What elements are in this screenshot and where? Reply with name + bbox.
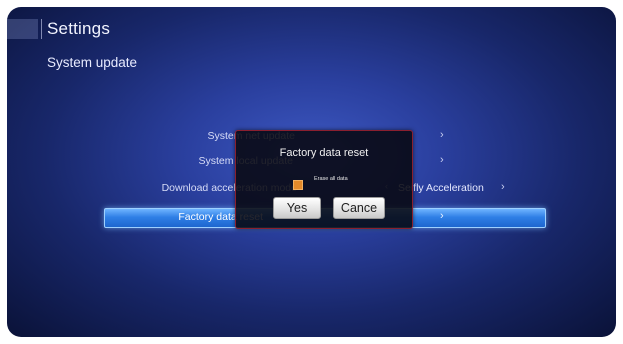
yes-button[interactable]: Yes	[273, 197, 321, 219]
page-title: Settings	[47, 19, 111, 38]
header-tab-block	[7, 19, 38, 39]
page-subtitle: System update	[47, 55, 138, 70]
factory-reset-dialog: Factory data reset Erase all data Yes Ca…	[235, 130, 413, 229]
cancel-button[interactable]: Cance	[333, 197, 385, 219]
chevron-right-icon: ›	[440, 210, 444, 222]
erase-all-data-checkbox[interactable]	[293, 180, 303, 190]
tv-settings-screen: Settings System update System net update…	[7, 7, 616, 337]
erase-all-data-label: Erase all data	[314, 176, 348, 182]
dialog-title: Factory data reset	[279, 147, 369, 159]
chevron-right-icon: ›	[440, 129, 444, 141]
chevron-right-icon: ›	[440, 154, 444, 166]
header-divider	[41, 19, 42, 39]
chevron-right-icon[interactable]: ›	[501, 181, 505, 193]
